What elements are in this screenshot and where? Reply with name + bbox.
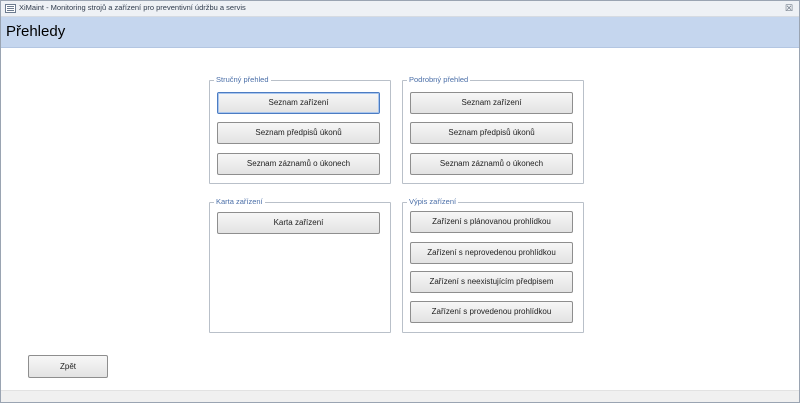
close-icon[interactable]: ☒ <box>785 3 793 14</box>
title-bar: XiMaint - Monitoring strojů a zařízení p… <box>1 1 799 17</box>
group-label-karta: Karta zařízení <box>214 197 265 207</box>
group-label-podrobny: Podrobný přehled <box>407 75 471 85</box>
zarizeni-neexistujici-predpis-button[interactable]: Zařízení s neexistujícím předpisem <box>410 271 573 293</box>
form-body <box>1 49 799 390</box>
seznam-zaznamu-podrobny-button[interactable]: Seznam záznamů o úkonech <box>410 153 573 175</box>
group-label-strucny: Stručný přehled <box>214 75 271 85</box>
seznam-zaznamu-strucny-button[interactable]: Seznam záznamů o úkonech <box>217 153 380 175</box>
zarizeni-provedena-prohlidka-button[interactable]: Zařízení s provedenou prohlídkou <box>410 301 573 323</box>
zarizeni-neprovedena-prohlidka-button[interactable]: Zařízení s neprovedenou prohlídkou <box>410 242 573 264</box>
window-title: XiMaint - Monitoring strojů a zařízení p… <box>19 3 246 12</box>
page-title: Přehledy <box>6 23 66 40</box>
seznam-zarizeni-podrobny-button[interactable]: Seznam zařízení <box>410 92 573 114</box>
zarizeni-planovana-prohlidka-button[interactable]: Zařízení s plánovanou prohlídkou <box>410 211 573 233</box>
seznam-zarizeni-strucny-button[interactable]: Seznam zařízení <box>217 92 380 114</box>
karta-zarizeni-button[interactable]: Karta zařízení <box>217 212 380 234</box>
group-label-vypis: Výpis zařízení <box>407 197 459 207</box>
form-header: Přehledy <box>1 17 799 48</box>
status-strip <box>1 390 799 402</box>
form-icon <box>5 4 16 13</box>
seznam-predpisu-strucny-button[interactable]: Seznam předpisů úkonů <box>217 122 380 144</box>
seznam-predpisu-podrobny-button[interactable]: Seznam předpisů úkonů <box>410 122 573 144</box>
app-window: XiMaint - Monitoring strojů a zařízení p… <box>0 0 800 403</box>
back-button[interactable]: Zpět <box>28 355 108 378</box>
